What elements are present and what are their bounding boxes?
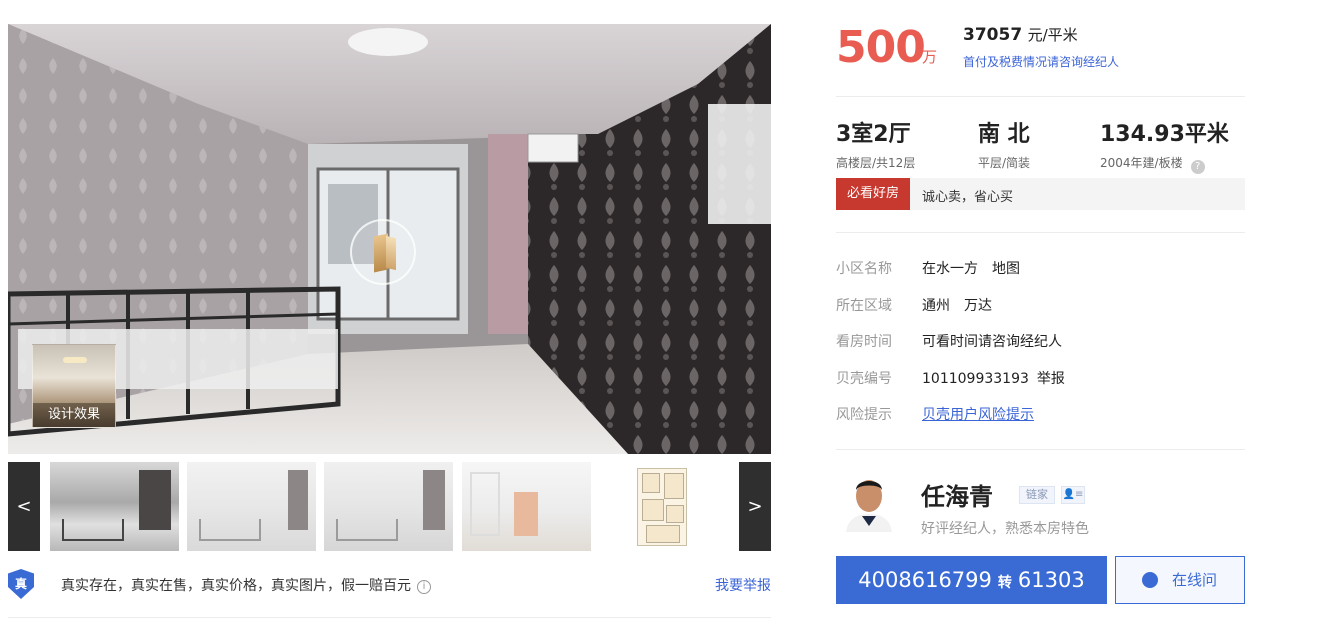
subdistrict-link[interactable]: 万达 (964, 298, 992, 314)
design-effect-label: 设计效果 (33, 403, 115, 427)
floor-value: 高楼层/共12层 (836, 156, 916, 170)
highlight-text: 诚心卖，省心买 (922, 190, 1014, 205)
unit-price-unit: 元/平米 (1027, 26, 1078, 44)
vr-tour-icon[interactable] (350, 219, 416, 285)
chat-icon (1142, 568, 1158, 614)
unit-price: 37057 元/平米 (963, 24, 1078, 45)
phone-transfer: 转 (997, 575, 1012, 591)
thumbnail-living-room-2[interactable] (324, 462, 453, 551)
built-value: 2004年建/板楼 (1100, 156, 1183, 170)
fact-layout: 3室2厅 高楼层/共12层 (836, 116, 915, 171)
phone-ext: 61303 (1017, 568, 1085, 592)
prev-photo-button[interactable]: < (8, 462, 40, 551)
attr-key: 小区名称 (836, 261, 892, 277)
help-icon[interactable]: ? (1190, 160, 1205, 174)
built-year: 2004年建/板楼? (1100, 154, 1229, 174)
verification-label: 真实存在，真实在售，真实价格，真实图片，假一赔百元 (61, 578, 411, 594)
online-chat-button[interactable]: 在线问 (1115, 556, 1245, 614)
next-photo-button[interactable]: > (739, 462, 771, 551)
attr-community: 小区名称 在水一方 地图 (836, 258, 1020, 280)
main-photo[interactable]: 设计效果 (8, 24, 771, 454)
thumbnail-living-room[interactable] (187, 462, 316, 551)
shield-char: 真 (14, 577, 27, 591)
report-link[interactable]: 我要举报 (715, 575, 771, 595)
unit-price-value: 37057 (963, 25, 1023, 45)
divider (836, 96, 1245, 97)
divider (836, 232, 1245, 233)
divider (836, 449, 1245, 450)
avatar[interactable] (842, 470, 896, 532)
fact-area: 134.93平米 2004年建/板楼? (1100, 116, 1229, 174)
attr-listing-id: 贝壳编号 101109933193 举报 (836, 368, 1065, 390)
risk-notice-link[interactable]: 贝壳用户风险提示 (922, 407, 1034, 423)
attr-key: 风险提示 (836, 407, 892, 423)
listing-id-value: 101109933193 (922, 371, 1029, 387)
thumbnail-empty-room[interactable] (462, 462, 591, 551)
online-chat-label: 在线问 (1172, 571, 1218, 589)
agent-name[interactable]: 任海青 (921, 477, 993, 512)
downpayment-link[interactable]: 首付及税费情况请咨询经纪人 (963, 53, 1119, 70)
attr-key: 看房时间 (836, 334, 892, 350)
agent-description: 好评经纪人，熟悉本房特色 (921, 521, 1089, 537)
total-price-unit: 万 (922, 48, 938, 66)
info-icon[interactable]: i (417, 580, 431, 594)
divider (8, 617, 771, 618)
decoration-value: 平层/简装 (978, 156, 1031, 170)
district-link[interactable]: 通州 (922, 298, 950, 314)
visit-time-value: 可看时间请咨询经纪人 (922, 334, 1062, 350)
community-link[interactable]: 在水一方 (922, 261, 978, 277)
phone-main: 4008616799 (858, 568, 992, 592)
verification-text: 真实存在，真实在售，真实价格，真实图片，假一赔百元 i (61, 575, 431, 595)
thumbnail-floor-plan[interactable] (599, 462, 728, 551)
attr-risk: 风险提示 贝壳用户风险提示 (836, 404, 1034, 426)
must-see-badge: 必看好房 (836, 178, 910, 210)
attr-district: 所在区域 通州 万达 (836, 295, 992, 317)
thumbnail-bedroom[interactable] (50, 462, 179, 551)
map-link[interactable]: 地图 (992, 261, 1020, 277)
area-value: 134.93平米 (1100, 122, 1229, 147)
orientation-value: 南 北 (978, 122, 1030, 147)
attr-key: 贝壳编号 (836, 371, 892, 387)
total-price: 500 (836, 22, 926, 73)
layout-value: 3室2厅 (836, 122, 911, 147)
design-effect-thumbnail[interactable]: 设计效果 (32, 344, 116, 428)
attr-visit-time: 看房时间 可看时间请咨询经纪人 (836, 331, 1062, 353)
verification-row: 真 真实存在，真实在售，真实价格，真实图片，假一赔百元 i 我要举报 (8, 565, 771, 605)
phone-button[interactable]: 4008616799 转 61303 (836, 556, 1107, 604)
thumbnail-strip: < > (8, 462, 771, 551)
listing-report-link[interactable]: 举报 (1037, 371, 1065, 387)
highlight-bar: 必看好房 诚心卖，省心买 (836, 178, 1245, 210)
agent-brand-badge: 链家 (1019, 486, 1055, 504)
fact-orientation: 南 北 平层/简装 (978, 116, 1030, 171)
business-card-icon[interactable]: 👤≡ (1061, 486, 1085, 504)
shield-icon: 真 (8, 569, 34, 599)
attr-key: 所在区域 (836, 298, 892, 314)
